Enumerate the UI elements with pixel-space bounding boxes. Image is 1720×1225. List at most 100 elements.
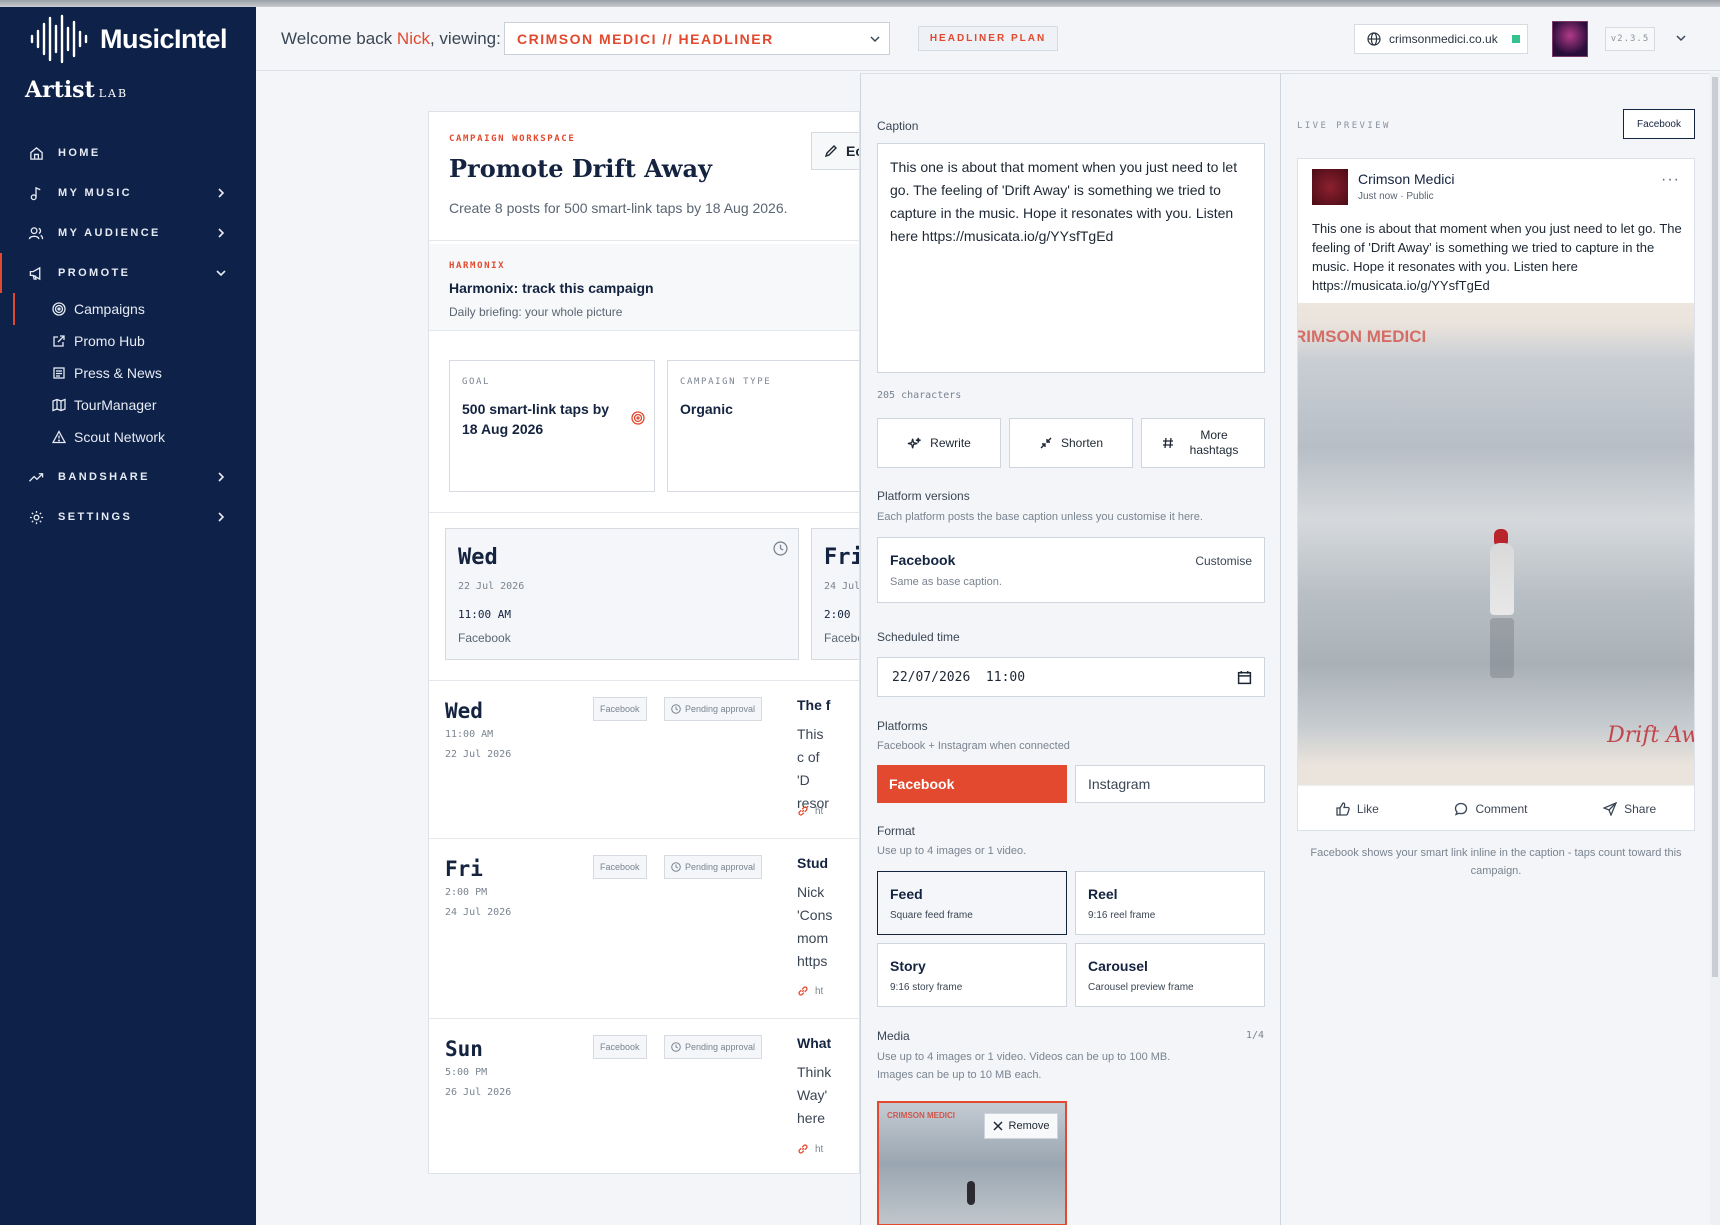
format-option-reel[interactable]: Reel 9:16 reel frame bbox=[1075, 871, 1265, 935]
welcome-text: Welcome back Nick, viewing: bbox=[281, 29, 501, 49]
post-time: 11:00 AM bbox=[445, 729, 494, 740]
chevron-right-icon bbox=[218, 512, 225, 522]
remove-media-button[interactable]: Remove bbox=[984, 1113, 1058, 1139]
chevron-right-icon bbox=[218, 228, 225, 238]
sidebar-item-campaigns[interactable]: Campaigns bbox=[0, 293, 256, 325]
status-text: Pending approval bbox=[685, 704, 756, 714]
format-option-carousel[interactable]: Carousel Carousel preview frame bbox=[1075, 943, 1265, 1007]
scrollbar-thumb[interactable] bbox=[1712, 77, 1718, 977]
sidebar-item-scout-network[interactable]: Scout Network bbox=[0, 421, 256, 453]
format-desc: Carousel preview frame bbox=[1088, 982, 1194, 993]
format-option-story[interactable]: Story 9:16 story frame bbox=[877, 943, 1067, 1007]
sidebar-item-promo-hub[interactable]: Promo Hub bbox=[0, 325, 256, 357]
comment-button[interactable]: Comment bbox=[1454, 802, 1527, 816]
avatar[interactable] bbox=[1552, 21, 1588, 57]
share-button[interactable]: Share bbox=[1603, 801, 1656, 816]
artist-select[interactable]: CRIMSON MEDICI // HEADLINER bbox=[504, 22, 890, 55]
rewrite-button[interactable]: Rewrite bbox=[877, 418, 1001, 468]
schedule-platform: Facebo bbox=[824, 631, 859, 645]
preview-platform-select[interactable]: Facebook bbox=[1623, 109, 1695, 139]
page-name: Crimson Medici bbox=[1358, 171, 1455, 187]
link-icon bbox=[798, 806, 808, 816]
sidebar-item-label: Press & News bbox=[74, 365, 162, 381]
minimize-arrows-icon bbox=[1040, 437, 1052, 449]
media-thumbnail[interactable]: CRIMSON MEDICI Remove bbox=[877, 1101, 1067, 1225]
post-day: Wed bbox=[445, 699, 483, 723]
post-date: 22 Jul 2026 bbox=[445, 749, 512, 760]
like-button[interactable]: Like bbox=[1336, 802, 1379, 816]
goal-card: GOAL 500 smart-link taps by 18 Aug 2026 bbox=[449, 360, 655, 492]
format-option-feed[interactable]: Feed Square feed frame bbox=[877, 871, 1067, 935]
facebook-version-card: Facebook Same as base caption. Customise bbox=[877, 537, 1265, 603]
post-link[interactable]: ht bbox=[797, 1143, 857, 1155]
sidebar-item-press-news[interactable]: Press & News bbox=[0, 357, 256, 389]
sidebar-item-tourmanager[interactable]: TourManager bbox=[0, 389, 256, 421]
table-row[interactable]: Fri 2:00 PM 24 Jul 2026 Facebook Pending… bbox=[429, 838, 859, 1018]
schedule-card[interactable]: Wed 22 Jul 2026 11:00 AM Facebook bbox=[445, 528, 799, 660]
globe-icon bbox=[1367, 32, 1381, 46]
caption-textarea[interactable]: This one is about that moment when you j… bbox=[877, 143, 1265, 373]
comment-label: Comment bbox=[1475, 801, 1528, 816]
post-link[interactable]: ht bbox=[797, 985, 857, 997]
page-title: Promote Drift Away bbox=[449, 154, 712, 183]
status-badge: Pending approval bbox=[664, 855, 763, 879]
nav-item-label: HOME bbox=[58, 147, 101, 159]
home-icon bbox=[28, 145, 44, 161]
scheduled-time-label: Scheduled time bbox=[877, 630, 960, 644]
shorten-button[interactable]: Shorten bbox=[1009, 418, 1133, 468]
post-link-text: ht bbox=[815, 985, 824, 997]
media-hint: Use up to 4 images or 1 video. Videos ca… bbox=[877, 1051, 1171, 1081]
media-label: Media bbox=[877, 1029, 910, 1043]
remove-label: Remove bbox=[1008, 1120, 1050, 1132]
format-name: Story bbox=[890, 958, 926, 974]
nav-item-bandshare[interactable]: BANDSHARE bbox=[0, 457, 256, 497]
schedule-day: Wed bbox=[458, 545, 498, 570]
schedule-time: 2:00 bbox=[824, 608, 851, 621]
post-link[interactable]: ht bbox=[797, 805, 857, 817]
schedule-date: 22 Jul 2026 bbox=[458, 581, 525, 592]
link-icon bbox=[798, 1144, 808, 1154]
sidebar-item-label: Scout Network bbox=[74, 429, 166, 445]
send-icon bbox=[1603, 801, 1618, 816]
scheduled-time-input[interactable]: 22/07/2026 11:00 bbox=[877, 657, 1265, 697]
post-time: 2:00 PM bbox=[445, 887, 488, 898]
facebook-post-preview: Crimson Medici Just now · Public ··· Thi… bbox=[1297, 158, 1695, 831]
nav-item-my-music[interactable]: MY MUSIC bbox=[0, 173, 256, 213]
table-row[interactable]: Sun 5:00 PM 26 Jul 2026 Facebook Pending… bbox=[429, 1018, 859, 1173]
more-hashtags-button[interactable]: More hashtags bbox=[1141, 418, 1265, 468]
format-name: Carousel bbox=[1088, 958, 1148, 974]
pencil-icon bbox=[824, 145, 837, 158]
customise-button[interactable]: Customise bbox=[1195, 554, 1252, 568]
edit-label: Ec bbox=[846, 143, 859, 159]
hashtag-icon bbox=[1163, 437, 1173, 449]
post-link-text: ht bbox=[815, 805, 824, 817]
platform-toggle-facebook[interactable]: Facebook bbox=[877, 765, 1067, 803]
user-name: Nick bbox=[396, 29, 430, 48]
comment-icon bbox=[1455, 802, 1468, 816]
gear-icon bbox=[28, 509, 44, 525]
map-icon bbox=[52, 398, 66, 412]
chevron-down-icon[interactable] bbox=[1674, 31, 1688, 45]
campaign-type-card: CAMPAIGN TYPE Organic bbox=[667, 360, 859, 492]
edit-button[interactable]: Ec bbox=[811, 132, 859, 170]
goal-label: GOAL bbox=[462, 377, 491, 387]
post-date: 24 Jul 2026 bbox=[445, 907, 512, 918]
table-row[interactable]: Wed 11:00 AM 22 Jul 2026 Facebook Pendin… bbox=[429, 680, 859, 838]
domain-link[interactable]: crimsonmedici.co.uk bbox=[1354, 24, 1528, 54]
rewrite-label: Rewrite bbox=[930, 435, 971, 450]
artist-lab-logo: Artist LAB bbox=[25, 77, 128, 103]
more-options-icon[interactable]: ··· bbox=[1661, 171, 1680, 189]
platform-toggle-instagram[interactable]: Instagram bbox=[1075, 765, 1265, 803]
scrollbar[interactable] bbox=[1710, 73, 1720, 1225]
media-figure bbox=[967, 1181, 975, 1205]
brand-logo[interactable]: MusicIntel bbox=[28, 11, 228, 67]
nav-item-settings[interactable]: SETTINGS bbox=[0, 497, 256, 537]
schedule-card[interactable]: Fri 24 Jul 2:00 Facebo bbox=[811, 528, 859, 660]
calendar-icon[interactable] bbox=[1237, 670, 1252, 685]
external-link-icon bbox=[52, 334, 66, 348]
media-thumb-text: CRIMSON MEDICI bbox=[887, 1111, 955, 1120]
nav-item-promote[interactable]: PROMOTE bbox=[0, 253, 256, 293]
nav-item-my-audience[interactable]: MY AUDIENCE bbox=[0, 213, 256, 253]
nav-item-home[interactable]: HOME bbox=[0, 133, 256, 173]
sidebar: MusicIntel Artist LAB HOME MY MUSIC MY AU… bbox=[0, 7, 256, 1225]
